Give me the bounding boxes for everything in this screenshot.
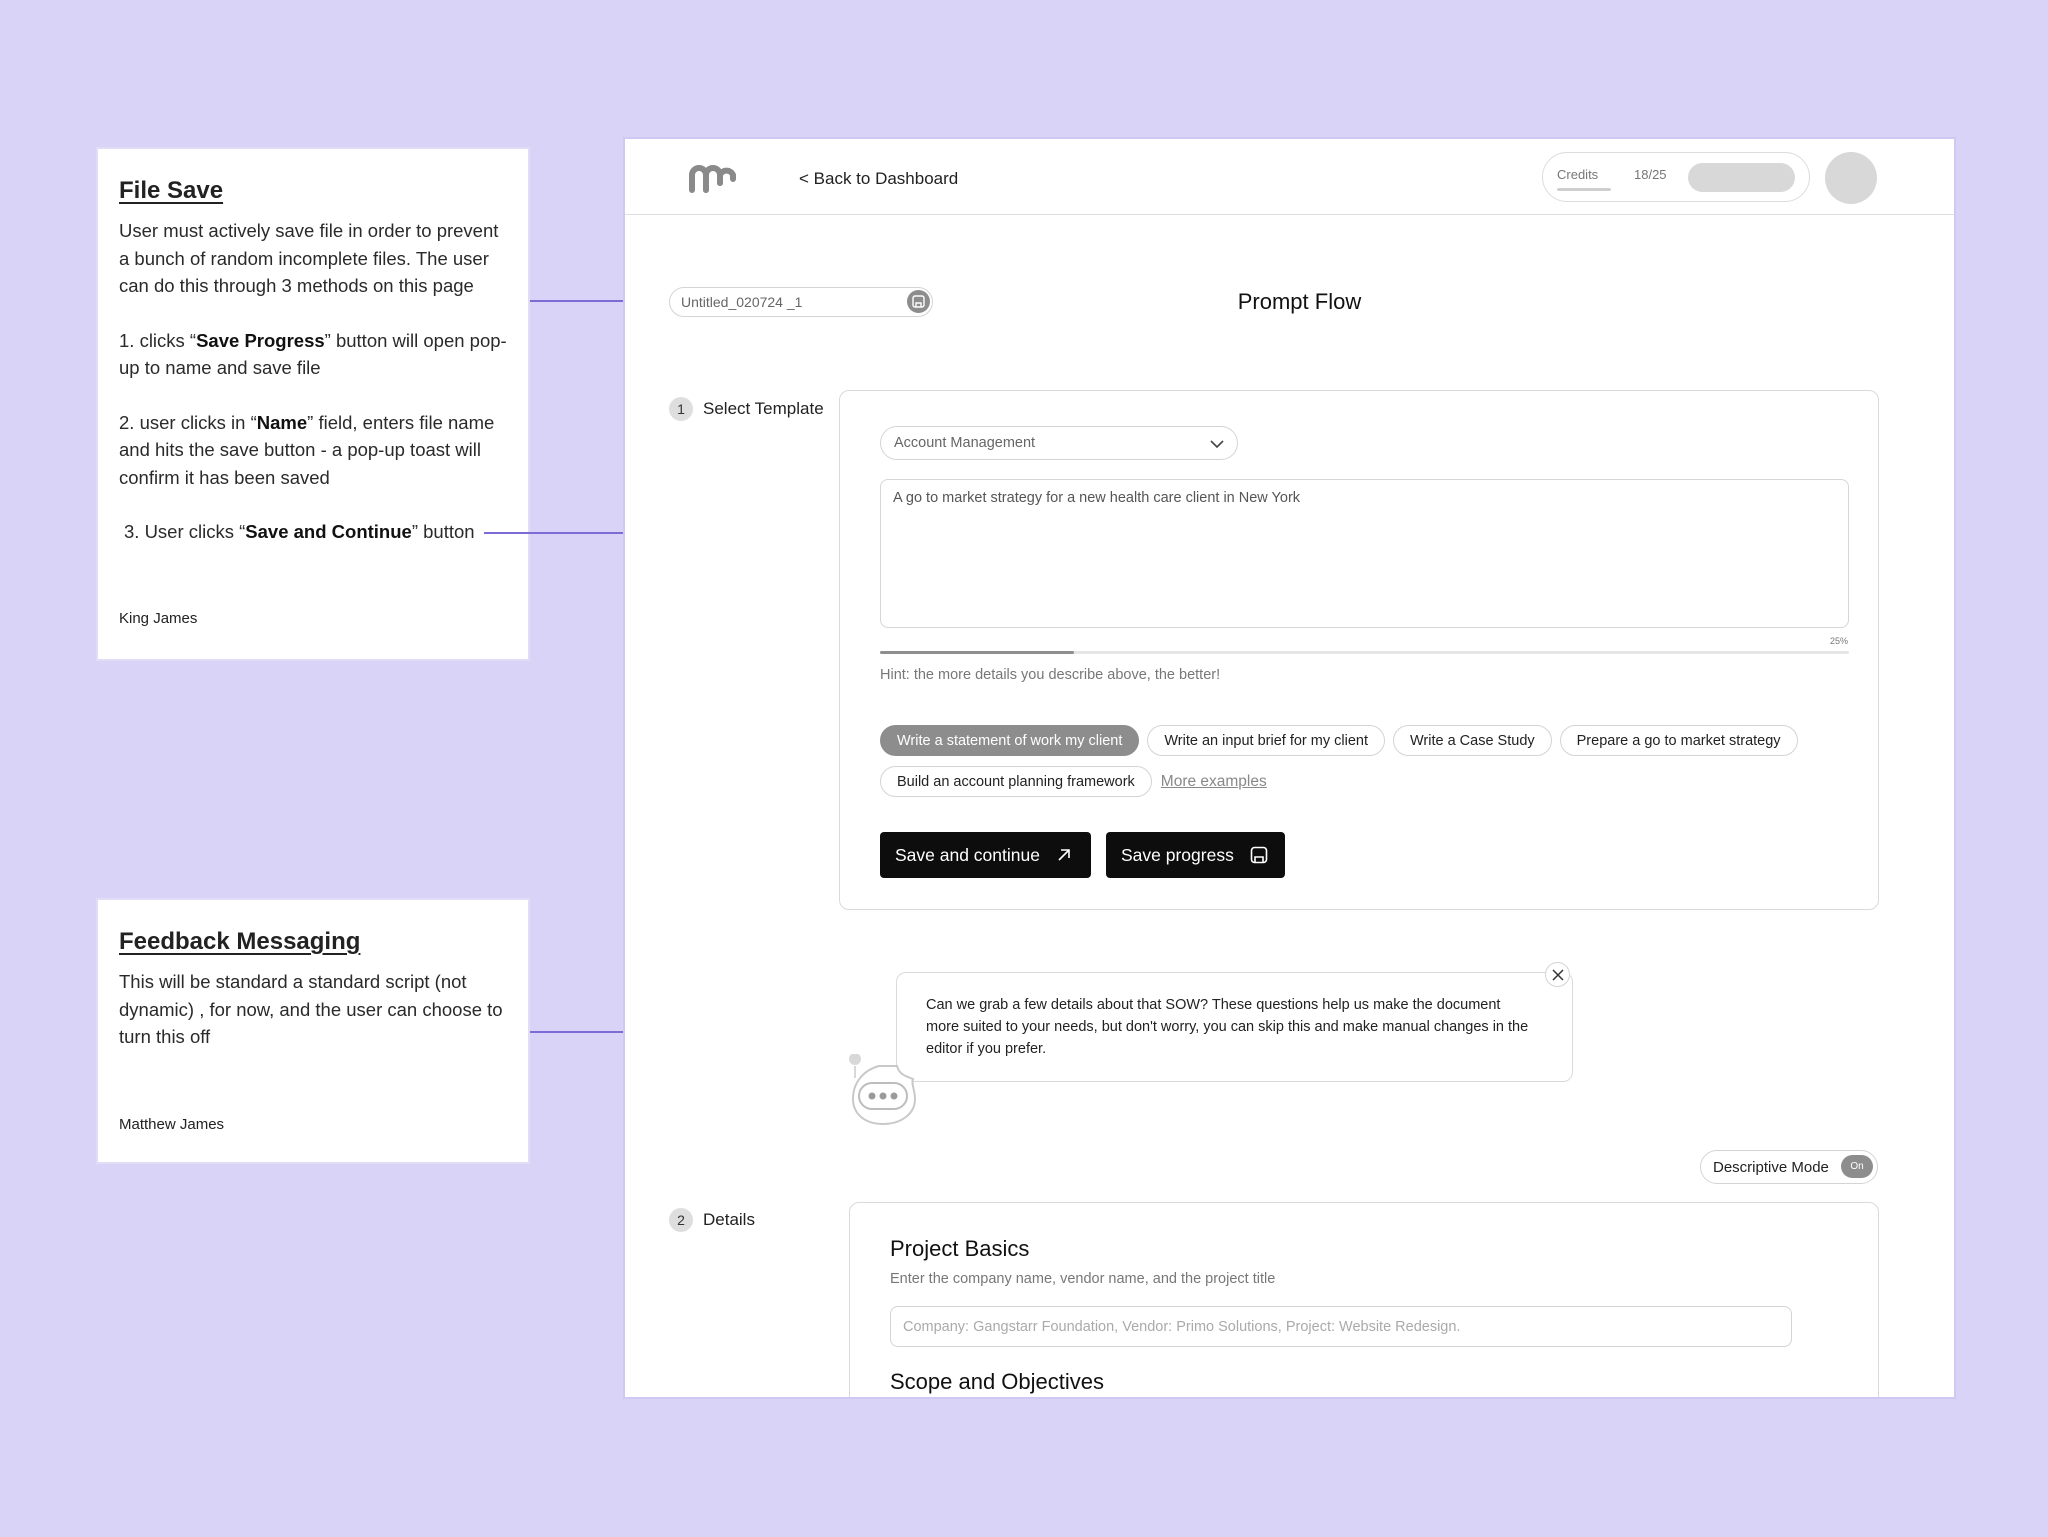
file-save-method-1: 1. clicks “Save Progress” button will op…: [119, 329, 507, 379]
example-chips-row-1: Write a statement of work my client Writ…: [880, 725, 1798, 756]
file-save-method-3: 3. User clicks “Save and Continue” butto…: [124, 521, 475, 542]
file-save-note-body: User must actively save file in order to…: [119, 217, 508, 546]
scope-objectives-heading: Scope and Objectives: [890, 1369, 1105, 1394]
feedback-note-title: Feedback Messaging: [119, 928, 361, 955]
credits-count: 18/25: [1634, 167, 1667, 182]
step-number: 2: [669, 1208, 693, 1232]
example-chip[interactable]: Write a statement of work my client: [880, 725, 1140, 756]
save-and-continue-label: Save and continue: [895, 844, 1040, 865]
template-select[interactable]: Account Management: [880, 426, 1238, 460]
save-progress-label: Save progress: [1121, 844, 1234, 865]
prompt-progress-bar: [880, 651, 1849, 654]
example-chips-row-2: Build an account planning framework More…: [880, 766, 1267, 797]
page-title: Prompt Flow: [1237, 289, 1362, 314]
file-save-note-title: File Save: [119, 177, 224, 204]
example-chip[interactable]: Write an input brief for my client: [1147, 725, 1385, 756]
feedback-author: Matthew James: [119, 1116, 225, 1133]
feedback-note-body: This will be standard a standard script …: [119, 971, 503, 1047]
template-select-value: Account Management: [894, 435, 1036, 451]
feedback-message: Can we grab a few details about that SOW…: [896, 972, 1573, 1082]
step-label: Details: [703, 1210, 755, 1229]
descriptive-mode-label: Descriptive Mode: [1713, 1159, 1829, 1176]
step-number: 1: [669, 397, 693, 421]
chevron-down-icon: [1210, 440, 1224, 449]
file-save-note: File Save User must actively save file i…: [96, 147, 530, 661]
prompt-progress-fill: [880, 651, 1074, 654]
example-chip[interactable]: Prepare a go to market strategy: [1559, 725, 1798, 756]
step-1: 1 Select Template: [669, 397, 824, 421]
details-card: Project Basics Enter the company name, v…: [849, 1202, 1879, 1397]
credits-button[interactable]: [1688, 163, 1795, 192]
arrow-up-right-icon: [1058, 849, 1070, 861]
project-basics-heading: Project Basics: [890, 1236, 1030, 1261]
avatar[interactable]: [1825, 152, 1877, 204]
top-bar: < Back to Dashboard Credits 18/25: [625, 139, 1954, 215]
example-chip[interactable]: Write a Case Study: [1392, 725, 1552, 756]
save-icon: [1250, 846, 1268, 864]
descriptive-mode-toggle[interactable]: Descriptive Mode On: [1700, 1150, 1878, 1184]
credits-bar: [1557, 188, 1611, 191]
template-card: Account Management A go to market strate…: [839, 390, 1879, 910]
logo[interactable]: [688, 163, 736, 193]
app-window: < Back to Dashboard Credits 18/25 Prompt…: [623, 137, 1956, 1399]
save-progress-button[interactable]: Save progress: [1106, 832, 1285, 878]
project-basics-input[interactable]: [890, 1306, 1792, 1347]
back-to-dashboard-link[interactable]: < Back to Dashboard: [799, 169, 958, 189]
prompt-textarea[interactable]: A go to market strategy for a new health…: [880, 479, 1849, 628]
close-feedback-button[interactable]: [1545, 962, 1570, 987]
step-label: Select Template: [703, 399, 824, 418]
project-basics-description: Enter the company name, vendor name, and…: [890, 1271, 1276, 1287]
step-2: 2 Details: [669, 1208, 755, 1232]
example-chip[interactable]: Build an account planning framework: [880, 766, 1152, 797]
file-save-author: King James: [119, 610, 198, 627]
feedback-note: Feedback Messaging This will be standard…: [96, 898, 530, 1164]
more-examples-link[interactable]: More examples: [1161, 766, 1267, 797]
prompt-hint: Hint: the more details you describe abov…: [880, 667, 1221, 683]
chatbot-icon: [849, 1053, 949, 1159]
file-save-intro: User must actively save file in order to…: [119, 220, 499, 296]
file-save-method-2: 2. user clicks in “Name” field, enters f…: [119, 411, 495, 488]
descriptive-mode-state: On: [1841, 1155, 1873, 1178]
prompt-progress-label: 25%: [1830, 636, 1849, 646]
save-and-continue-button[interactable]: Save and continue: [880, 832, 1091, 878]
close-icon: [1551, 968, 1564, 981]
credits-label: Credits: [1557, 167, 1599, 182]
credits-pill: Credits 18/25: [1542, 152, 1810, 202]
